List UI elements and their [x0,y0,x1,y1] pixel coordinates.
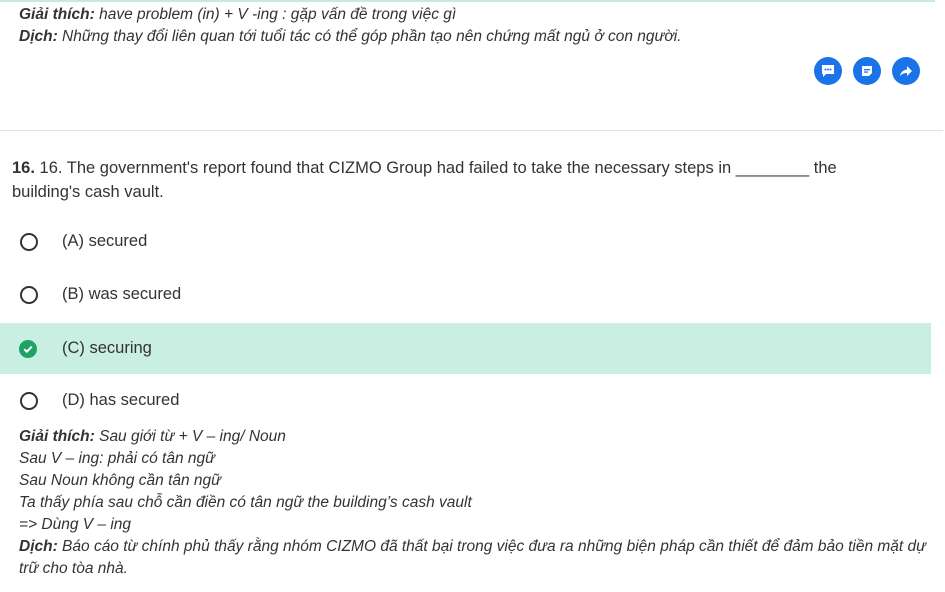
checkmark-icon [23,345,33,353]
option-b[interactable]: (B) was secured [0,269,931,320]
explain-line: Ta thấy phía sau chỗ cần điền có tân ngữ… [19,494,472,511]
radio-icon[interactable] [20,391,38,410]
explain-label: Giải thích: [19,428,95,445]
translate-line: Dịch: Báo cáo từ chính phủ thấy rằng nhó… [19,536,929,580]
comment-button[interactable] [814,57,842,85]
question-number: 16. [12,159,35,177]
previous-explain-line: Giải thích: have problem (in) + V -ing :… [19,4,929,26]
explain-text: Sau giới từ + V – ing/ Noun [94,428,286,445]
share-button[interactable] [892,57,920,85]
explain-line: Giải thích: Sau giới từ + V – ing/ Noun [19,426,929,448]
question-body: 16. The government's report found that C… [12,159,837,201]
question-text: 16. 16. The government's report found th… [12,156,892,204]
option-a[interactable]: (A) secured [0,216,931,267]
top-rule [0,0,935,2]
previous-translate-text: Những thay đổi liên quan tới tuổi tác có… [57,28,682,45]
translate-text: Báo cáo từ chính phủ thấy rằng nhóm CIZM… [19,538,926,577]
explain-line: Sau V – ing: phải có tân ngữ [19,450,215,467]
note-icon [862,66,872,76]
option-label: (D) has secured [62,391,180,409]
explain-line: Sau Noun không cần tân ngữ [19,472,221,489]
option-label: (C) securing [62,339,152,357]
share-icon [900,66,912,77]
previous-translate-line: Dịch: Những thay đổi liên quan tới tuổi … [19,26,929,48]
explain-line: => Dùng V – ing [19,516,132,533]
answer-explanation: Giải thích: Sau giới từ + V – ing/ Noun … [19,426,929,580]
option-c[interactable]: (C) securing [0,323,931,374]
check-circle-icon[interactable] [19,339,37,358]
radio-icon[interactable] [20,232,38,251]
note-button[interactable] [853,57,881,85]
comment-icon [822,65,834,77]
question-actions [812,57,922,87]
quiz-review-page: Giải thích: have problem (in) + V -ing :… [0,0,945,592]
translate-label: Dịch: [19,538,58,555]
option-label: (B) was secured [62,285,182,303]
option-d[interactable]: (D) has secured [0,375,931,426]
radio-icon[interactable] [20,285,38,304]
question-divider [0,130,943,131]
previous-explain-label: Giải thích: [19,6,95,23]
previous-translate-label: Dịch: [19,28,58,45]
previous-explanation: Giải thích: have problem (in) + V -ing :… [19,4,929,48]
previous-explain-text: have problem (in) + V -ing : gặp vấn đề … [94,6,457,23]
option-label: (A) secured [62,232,148,250]
